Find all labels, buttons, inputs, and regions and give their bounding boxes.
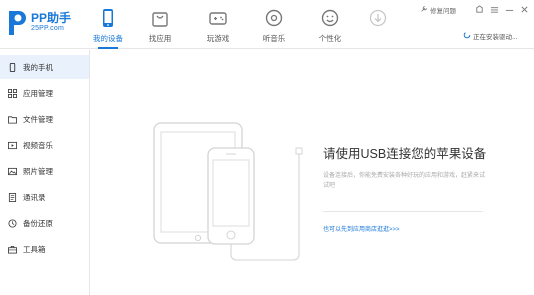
connect-prompt-title: 请使用USB连接您的苹果设备 xyxy=(323,147,487,161)
wrench-icon xyxy=(421,6,427,12)
sidebar-item-video-music[interactable]: 视频音乐 xyxy=(0,133,89,157)
sidebar-item-toolbox[interactable]: 工具箱 xyxy=(0,237,89,261)
brand-title: PP助手 xyxy=(31,11,72,25)
devices-illustration xyxy=(153,122,303,261)
feedback-link[interactable]: 修复问题 xyxy=(430,5,456,15)
sidebar-item-label: 文件管理 xyxy=(23,115,53,124)
nav-label: 我的设备 xyxy=(93,34,123,43)
apps-grid-icon xyxy=(8,89,17,98)
sidebar-item-label: 照片管理 xyxy=(23,167,53,176)
top-header: PP助手 25PP.com 我的设备 找应用 玩游戏 听音乐 个性化 修复问题 … xyxy=(0,0,534,49)
folder-icon xyxy=(8,116,17,124)
contacts-icon xyxy=(8,193,17,202)
phone-icon xyxy=(9,63,16,72)
sidebar-item-label: 通讯录 xyxy=(23,193,46,202)
photo-icon xyxy=(8,167,17,176)
skin-icon[interactable] xyxy=(475,5,484,14)
bag-icon xyxy=(152,12,168,27)
menu-icon[interactable] xyxy=(490,5,499,14)
driver-status: 正在安装驱动... xyxy=(473,34,518,41)
sidebar-item-photos[interactable]: 照片管理 xyxy=(0,159,89,183)
loading-icon xyxy=(463,31,471,39)
nav-my-device[interactable]: 我的设备 xyxy=(82,0,134,49)
brand-subtitle: 25PP.com xyxy=(31,25,64,32)
nav-games[interactable]: 玩游戏 xyxy=(192,0,244,49)
nav-music[interactable]: 听音乐 xyxy=(248,0,300,49)
close-icon[interactable] xyxy=(520,5,529,14)
sidebar-item-label: 工具箱 xyxy=(23,245,46,254)
download-icon xyxy=(369,9,387,27)
nav-find-apps[interactable]: 找应用 xyxy=(134,0,186,49)
nav-personalize[interactable]: 个性化 xyxy=(304,0,356,49)
nav-label: 听音乐 xyxy=(262,34,286,43)
toolbox-icon xyxy=(8,245,17,254)
video-icon xyxy=(8,141,17,150)
app-store-link[interactable]: 也可以先到应用商店逛逛>>> xyxy=(323,224,400,233)
sidebar-item-label: 应用管理 xyxy=(23,89,53,98)
sidebar-item-apps[interactable]: 应用管理 xyxy=(0,81,89,105)
sidebar-item-backup[interactable]: 备份还原 xyxy=(0,211,89,235)
sidebar-item-label: 我的手机 xyxy=(23,63,53,72)
gamepad-icon xyxy=(209,12,227,25)
phone-icon xyxy=(103,9,113,27)
sidebar-item-contacts[interactable]: 通讯录 xyxy=(0,185,89,209)
nav-label: 找应用 xyxy=(148,34,172,43)
nav-label: 玩游戏 xyxy=(206,34,230,43)
smiley-icon xyxy=(321,9,339,27)
sidebar: 我的手机 应用管理 文件管理 视频音乐 照片管理 通讯录 备份还原 工具箱 xyxy=(0,50,90,295)
sidebar-item-my-phone[interactable]: 我的手机 xyxy=(0,55,89,79)
nav-downloads[interactable] xyxy=(352,0,404,49)
sidebar-item-files[interactable]: 文件管理 xyxy=(0,107,89,131)
music-disc-icon xyxy=(265,9,283,27)
backup-icon xyxy=(8,219,17,228)
sidebar-item-label: 备份还原 xyxy=(23,219,53,228)
nav-label: 个性化 xyxy=(318,34,342,43)
divider xyxy=(323,211,483,212)
sidebar-item-label: 视频音乐 xyxy=(23,141,53,150)
main-content: 请使用USB连接您的苹果设备 设备连接后，你能免费安装各种好玩的应用和游戏，赶紧… xyxy=(91,50,534,295)
minimize-icon[interactable] xyxy=(505,5,514,14)
connect-prompt-description: 设备连接后，你能免费安装各种好玩的应用和游戏，赶紧来试试吧 xyxy=(323,173,486,189)
app-logo[interactable]: PP助手 25PP.com xyxy=(6,6,86,42)
pp-logo-icon xyxy=(9,11,26,35)
